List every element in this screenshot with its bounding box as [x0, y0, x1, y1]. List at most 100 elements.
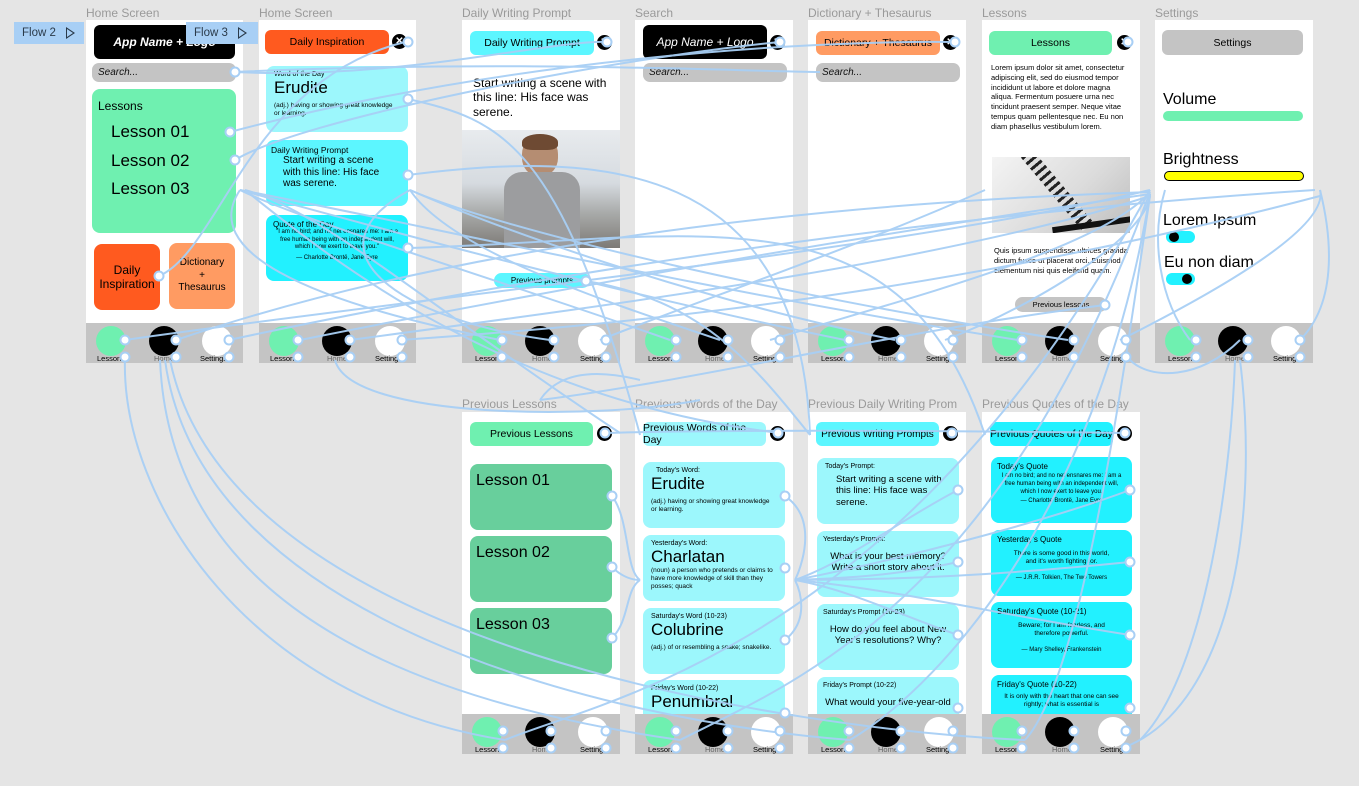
close-icon[interactable]: ✕ [943, 426, 958, 441]
nav-home-button[interactable] [871, 326, 901, 356]
frame-lessons: Lessons ✕ Lorem ipsum dolor sit amet, co… [982, 20, 1140, 363]
lesson-item-3[interactable]: Lesson 03 [111, 179, 189, 199]
quote-of-day-card[interactable]: Quote of the Day "I am no bird; and no n… [266, 215, 408, 281]
prompt-card-today[interactable]: Today's Prompt: Start writing a scene wi… [817, 458, 959, 524]
nav-home-button[interactable] [698, 717, 728, 747]
nav-lessons-label: Lessons [475, 354, 503, 363]
word-card-yesterday[interactable]: Yesterday's Word: Charlatan (noun) a per… [643, 535, 785, 601]
close-icon[interactable]: ✕ [1117, 35, 1132, 50]
word-card-saturday[interactable]: Saturday's Word (10-23) Colubrine (adj.)… [643, 608, 785, 674]
close-icon[interactable]: ✕ [1117, 426, 1132, 441]
prompt-card-tag: Yesterday's Prompt: [823, 536, 886, 543]
nav-lessons-button[interactable] [645, 717, 675, 747]
nav-settings-button[interactable] [1271, 326, 1301, 356]
brightness-slider[interactable] [1164, 171, 1304, 181]
nav-home-button[interactable] [698, 326, 728, 356]
nav-home-button[interactable] [322, 326, 352, 356]
dictionary-thesaurus-button[interactable]: Dictionary + Thesaurus [169, 243, 235, 309]
nav-lessons-button[interactable] [992, 717, 1022, 747]
word-card-def: (noun) a person who pretends or claims t… [651, 567, 773, 591]
close-icon[interactable]: ✕ [770, 35, 785, 50]
quote-card-yesterday[interactable]: Yesterday's Quote There is some good in … [991, 530, 1132, 596]
nav-home-button[interactable] [149, 326, 179, 356]
nav-settings-button[interactable] [751, 326, 781, 356]
nav-home-button[interactable] [1218, 326, 1248, 356]
word-card-today[interactable]: Today's Word: Erudite (adj.) having or s… [643, 462, 785, 528]
lessons-header: Lessons [989, 31, 1112, 55]
prev-lesson-card-1[interactable]: Lesson 01 [470, 464, 612, 530]
nav-home-label: Home [154, 354, 175, 363]
previous-prompts-button[interactable]: Previous prompts [494, 273, 590, 288]
nav-settings-button[interactable] [375, 326, 405, 356]
toggle-1-switch[interactable] [1166, 231, 1195, 243]
quote-card-saturday[interactable]: Saturday's Quote (10-21) Beware; for I a… [991, 602, 1132, 668]
prev-lesson-card-3[interactable]: Lesson 03 [470, 608, 612, 674]
close-icon[interactable]: ✕ [597, 426, 612, 441]
nav-home-label: Home [878, 354, 899, 363]
flow-3-button[interactable]: Flow 3 [186, 22, 258, 44]
search-input[interactable]: Search... [643, 63, 787, 82]
frame-previous-lessons: Previous Lessons ✕ Lesson 01 Lesson 02 L… [462, 412, 620, 754]
flow-2-button[interactable]: Flow 2 [14, 22, 84, 44]
nav-home-button[interactable] [525, 326, 555, 356]
word-card-tag: Today's Word: [656, 467, 701, 474]
writing-prompt-card[interactable]: Daily Writing Prompt Start writing a sce… [266, 140, 408, 206]
nav-home-label: Home [532, 354, 553, 363]
nav-settings-button[interactable] [1098, 326, 1128, 356]
frame-previous-quotes: Previous Quotes of the Day ✕ Today's Quo… [982, 412, 1140, 754]
word-of-day-card[interactable]: Word of the Day Erudite (adj.) having or… [266, 66, 408, 132]
nav-lessons-button[interactable] [818, 326, 848, 356]
nav-lessons-button[interactable] [1165, 326, 1195, 356]
connection-wire [1139, 359, 1236, 741]
lessons-card[interactable]: Lessons Lesson 01 Lesson 02 Lesson 03 [92, 89, 236, 233]
nav-home-button[interactable] [871, 717, 901, 747]
frame-label-prev-prompts: Previous Daily Writing Prom [808, 397, 958, 411]
nav-lessons-label: Lessons [270, 354, 298, 363]
nav-settings-button[interactable] [1098, 717, 1128, 747]
nav-home-button[interactable] [1045, 326, 1075, 356]
nav-home-button[interactable] [525, 717, 555, 747]
quote-card-today[interactable]: Today's Quote I am no bird; and no net e… [991, 457, 1132, 523]
close-icon[interactable]: ✕ [597, 35, 612, 50]
close-icon[interactable]: ✕ [943, 35, 958, 50]
nav-settings-button[interactable] [202, 326, 232, 356]
frame-label-lessons: Lessons [982, 6, 1027, 20]
prompt-card-yesterday[interactable]: Yesterday's Prompt: What is your best me… [817, 531, 959, 597]
prompt-card-tag: Saturday's Prompt (10-23) [823, 609, 905, 616]
nav-lessons-button[interactable] [818, 717, 848, 747]
nav-lessons-button[interactable] [472, 717, 502, 747]
nav-settings-button[interactable] [924, 326, 954, 356]
search-input[interactable]: Search... [92, 63, 236, 82]
close-icon[interactable]: ✕ [392, 34, 407, 49]
quote-card-text: It is only with the heart that one can s… [1004, 693, 1119, 709]
volume-slider[interactable] [1163, 111, 1303, 121]
nav-lessons-label: Lessons [995, 354, 1023, 363]
nav-settings-button[interactable] [924, 717, 954, 747]
prev-lesson-card-2[interactable]: Lesson 02 [470, 536, 612, 602]
search-input[interactable]: Search... [816, 63, 960, 82]
bottom-nav: Lessons Home Settings [635, 323, 793, 363]
bottom-nav: Lessons Home Settings [462, 714, 620, 754]
quote-card-tag: Yesterday's Quote [997, 535, 1062, 544]
nav-home-button[interactable] [1045, 717, 1075, 747]
close-icon[interactable]: ✕ [770, 426, 785, 441]
lesson-item-2[interactable]: Lesson 02 [111, 151, 189, 171]
previous-lessons-button[interactable]: Previous lessons [1015, 297, 1107, 312]
word-card-word: Colubrine [651, 620, 724, 639]
nav-lessons-button[interactable] [472, 326, 502, 356]
prompt-card-saturday[interactable]: Saturday's Prompt (10-23) How do you fee… [817, 604, 959, 670]
daily-inspiration-button[interactable]: Daily Inspiration [94, 244, 160, 310]
nav-lessons-label: Lessons [995, 745, 1023, 754]
nav-lessons-button[interactable] [645, 326, 675, 356]
nav-lessons-button[interactable] [269, 326, 299, 356]
nav-lessons-button[interactable] [992, 326, 1022, 356]
nav-lessons-button[interactable] [96, 326, 126, 356]
lesson-item-1[interactable]: Lesson 01 [111, 122, 189, 142]
toggle-2-switch[interactable] [1166, 273, 1195, 285]
nav-settings-button[interactable] [578, 717, 608, 747]
frame-label-search: Search [635, 6, 674, 20]
nav-settings-button[interactable] [751, 717, 781, 747]
nav-settings-button[interactable] [578, 326, 608, 356]
flow-2-label: Flow 2 [22, 27, 56, 39]
nav-settings-label: Settings [580, 745, 608, 754]
